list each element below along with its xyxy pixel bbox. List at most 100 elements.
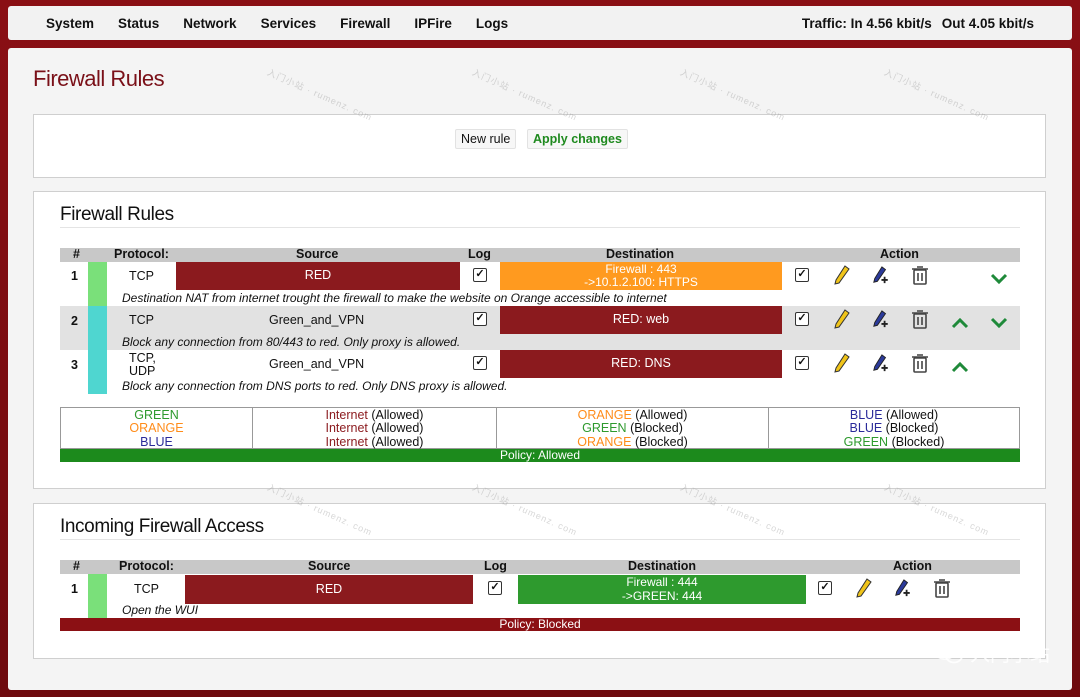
policy-col-internet: Internet (Allowed) Internet (Allowed) In… [253, 408, 497, 448]
move-down-icon[interactable] [990, 269, 1008, 289]
log-checkbox[interactable]: ✓ [473, 356, 487, 370]
edit-pencil-icon[interactable] [833, 309, 851, 329]
rule-destination: RED: DNS [500, 350, 782, 378]
dest-line1: Firewall : 444 [626, 575, 698, 590]
policy-entry: Internet (Allowed) [325, 408, 424, 422]
move-down-icon[interactable] [990, 313, 1008, 333]
policy-blocked-bar: Policy: Blocked [60, 618, 1020, 631]
rule-num: 1 [71, 582, 78, 596]
wechat-icon [934, 641, 963, 663]
copy-rule-icon[interactable] [894, 578, 912, 598]
move-up-icon[interactable] [951, 313, 969, 333]
rule-protocol: TCP, [129, 351, 156, 365]
rule-destination: RED: web [500, 306, 782, 334]
log-checkbox[interactable]: ✓ [488, 581, 502, 595]
apply-changes-button[interactable]: Apply changes [527, 129, 628, 149]
rule-protocol-2: UDP [129, 364, 156, 378]
zone-stripe [88, 350, 107, 394]
dest-line2: ->10.1.2.100: HTTPS [584, 275, 698, 289]
edit-pencil-icon[interactable] [833, 265, 851, 285]
rule-description: Open the WUI [122, 603, 199, 617]
menu-firewall[interactable]: Firewall [340, 16, 390, 31]
copy-rule-icon[interactable] [872, 353, 890, 373]
header-source: Source [308, 559, 351, 573]
rule-num: 3 [71, 358, 78, 372]
rule-row-3: 3 TCP, UDP Green_and_VPN ✓ RED: DNS ✓ Bl… [60, 350, 1020, 394]
policy-entry: Internet (Allowed) [325, 421, 424, 436]
delete-trash-icon[interactable] [911, 353, 929, 373]
copy-rule-icon[interactable] [872, 309, 890, 329]
menu-system[interactable]: System [46, 16, 94, 31]
new-rule-button[interactable]: New rule [455, 129, 517, 149]
rule-destination: Firewall : 443 ->10.1.2.100: HTTPS [500, 262, 782, 290]
main-menu: System Status Network Services Firewall … [46, 16, 532, 31]
incoming-rule-row-1: 1 TCP RED ✓ Firewall : 444 ->GREEN: 444 … [60, 574, 1020, 618]
incoming-table-header: # Protocol: Source Log Destination Actio… [60, 559, 1020, 574]
incoming-access-title: Incoming Firewall Access [60, 516, 264, 537]
log-checkbox[interactable]: ✓ [473, 268, 487, 282]
rule-source: Green_and_VPN [269, 357, 365, 371]
rule-destination: Firewall : 444 ->GREEN: 444 [518, 575, 806, 604]
edit-pencil-icon[interactable] [833, 353, 851, 373]
header-protocol: Protocol: [114, 247, 169, 261]
header-log: Log [468, 247, 491, 261]
rules-table-header: # Protocol: Source Log Destination Actio… [60, 247, 1020, 262]
rule-protocol: TCP [129, 313, 154, 327]
menu-ipfire[interactable]: IPFire [414, 16, 452, 31]
firewall-rules-title: Firewall Rules [60, 204, 174, 225]
copy-rule-icon[interactable] [872, 265, 890, 285]
policy-entry: ORANGE (Blocked) [577, 434, 688, 449]
top-navigation: System Status Network Services Firewall … [8, 6, 1072, 40]
policy-col-zones-b: BLUE (Allowed) BLUE (Blocked) GREEN (Blo… [769, 408, 1019, 448]
menu-status[interactable]: Status [118, 16, 159, 31]
log-checkbox[interactable]: ✓ [473, 312, 487, 326]
rule-description: Block any connection from DNS ports to r… [122, 379, 508, 393]
header-protocol: Protocol: [119, 559, 174, 573]
wechat-watermark-logo: 入门小站 [934, 638, 1050, 667]
menu-network[interactable]: Network [183, 16, 236, 31]
rule-source: Green_and_VPN [269, 313, 365, 327]
rule-protocol: TCP [134, 582, 159, 596]
page-title: Firewall Rules [33, 66, 165, 91]
policy-allowed-bar: Policy: Allowed [60, 449, 1020, 462]
watermark-logo-text: 入门小站 [970, 642, 1050, 666]
delete-trash-icon[interactable] [911, 265, 929, 285]
actions-box: New rule Apply changes [33, 114, 1046, 178]
header-num: # [73, 247, 80, 261]
menu-services[interactable]: Services [261, 16, 317, 31]
main-panel: Firewall Rules New rule Apply changes Fi… [8, 48, 1072, 690]
policy-entry: BLUE (Allowed) [849, 408, 939, 422]
header-action: Action [880, 247, 919, 261]
policy-entry: ORANGE (Allowed) [577, 408, 688, 422]
rule-description: Block any connection from 80/443 to red.… [122, 335, 461, 349]
menu-logs[interactable]: Logs [476, 16, 508, 31]
edit-pencil-icon[interactable] [855, 578, 873, 598]
enable-checkbox[interactable]: ✓ [818, 581, 832, 595]
enable-checkbox[interactable]: ✓ [795, 268, 809, 282]
rule-protocol: TCP [129, 269, 154, 283]
rule-source: RED [176, 262, 460, 290]
zone-blue: BLUE [140, 434, 173, 449]
zone-stripe [88, 306, 107, 350]
zone-stripe [88, 574, 107, 618]
firewall-rules-box: Firewall Rules # Protocol: Source Log De… [33, 191, 1046, 489]
delete-trash-icon[interactable] [933, 578, 951, 598]
dest-line2: ->GREEN: 444 [621, 588, 703, 603]
header-action: Action [893, 559, 932, 573]
move-up-icon[interactable] [951, 357, 969, 377]
enable-checkbox[interactable]: ✓ [795, 312, 809, 326]
traffic-in: Traffic: In 4.56 kbit/s [801, 15, 932, 31]
header-destination: Destination [606, 247, 675, 261]
rule-source: RED [185, 575, 473, 604]
zone-stripe [88, 262, 107, 306]
incoming-access-box: Incoming Firewall Access # Protocol: Sou… [33, 503, 1046, 659]
enable-checkbox[interactable]: ✓ [795, 356, 809, 370]
policy-entry: GREEN (Blocked) [843, 434, 945, 449]
header-source: Source [296, 247, 339, 261]
header-num: # [73, 559, 80, 573]
rule-row-2: 2 TCP Green_and_VPN ✓ RED: web ✓ Block a… [60, 306, 1020, 350]
zone-green: GREEN [134, 408, 179, 422]
delete-trash-icon[interactable] [911, 309, 929, 329]
rule-description: Destination NAT from internet trought th… [122, 291, 667, 305]
header-log: Log [484, 559, 507, 573]
